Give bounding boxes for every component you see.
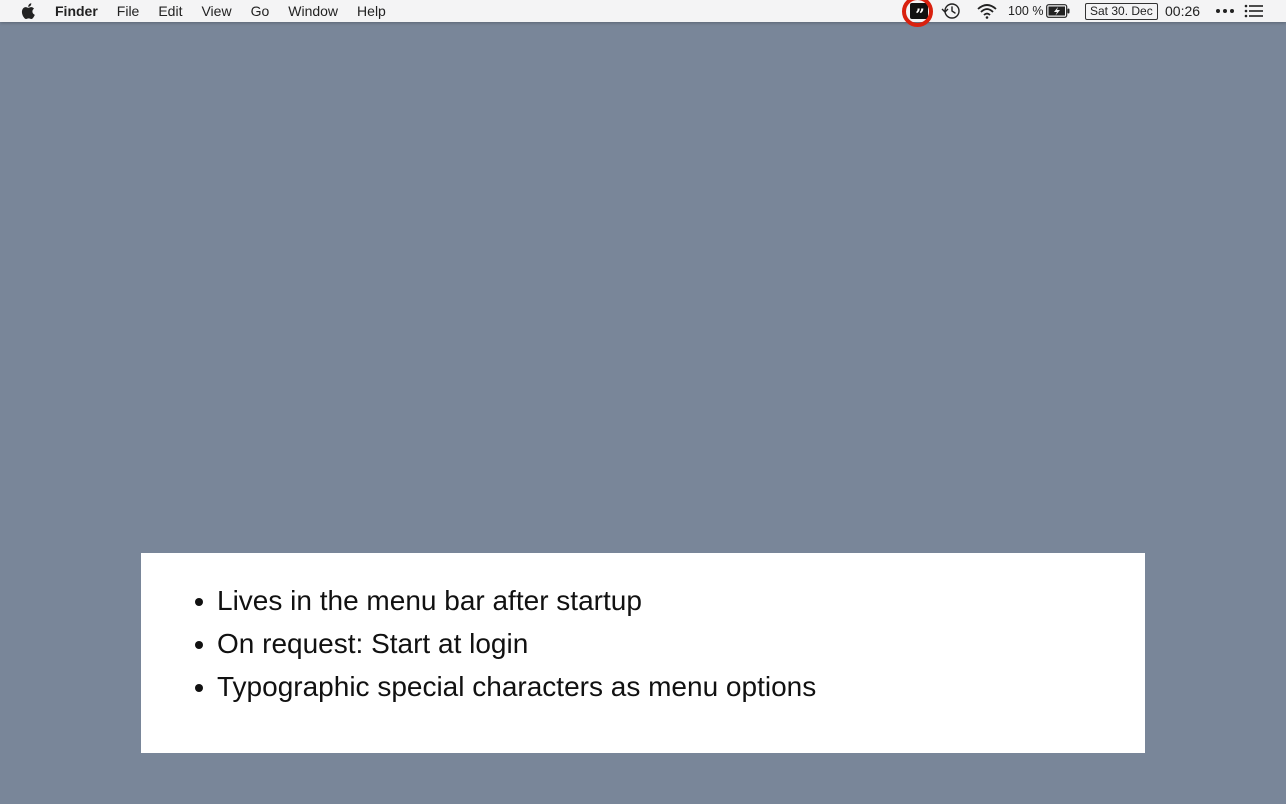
feature-list: Lives in the menu bar after startup On r…	[195, 579, 817, 708]
battery-percent[interactable]: 100 %	[1008, 0, 1043, 22]
feature-text: Typographic special characters as menu o…	[217, 671, 817, 702]
time-machine-icon[interactable]	[940, 2, 962, 20]
menu-bar: Finder File Edit View Go Window Help ” 1…	[0, 0, 1286, 27]
date-display[interactable]: Sat 30. Dec	[1085, 3, 1158, 20]
menu-go[interactable]: Go	[251, 0, 270, 22]
bullet-icon	[195, 684, 203, 692]
list-item: Lives in the menu bar after startup	[195, 579, 816, 622]
highlight-circle	[902, 0, 933, 27]
menu-app-name[interactable]: Finder	[55, 0, 98, 22]
menu-bar-left: Finder File Edit View Go Window Help	[0, 0, 405, 22]
bullet-icon	[195, 598, 203, 606]
menu-view[interactable]: View	[201, 0, 231, 22]
menu-window[interactable]: Window	[288, 0, 338, 22]
feature-list-panel: Lives in the menu bar after startup On r…	[141, 553, 1145, 753]
list-item: On request: Start at login	[195, 622, 816, 665]
wifi-icon[interactable]	[976, 3, 998, 19]
bullet-icon	[195, 641, 203, 649]
menu-help[interactable]: Help	[357, 0, 386, 22]
list-item: Typographic special characters as menu o…	[195, 665, 817, 708]
more-ellipsis-icon[interactable]	[1214, 2, 1236, 20]
quote-app-status-item[interactable]: ”	[902, 0, 938, 30]
menu-file[interactable]: File	[117, 0, 140, 22]
notification-center-icon[interactable]	[1243, 2, 1265, 20]
clock-time[interactable]: 00:26	[1165, 0, 1200, 22]
menu-edit[interactable]: Edit	[158, 0, 182, 22]
battery-charging-icon[interactable]	[1046, 4, 1070, 18]
feature-text: Lives in the menu bar after startup	[217, 585, 642, 616]
feature-text: On request: Start at login	[217, 628, 529, 659]
apple-menu-icon[interactable]	[21, 3, 35, 19]
